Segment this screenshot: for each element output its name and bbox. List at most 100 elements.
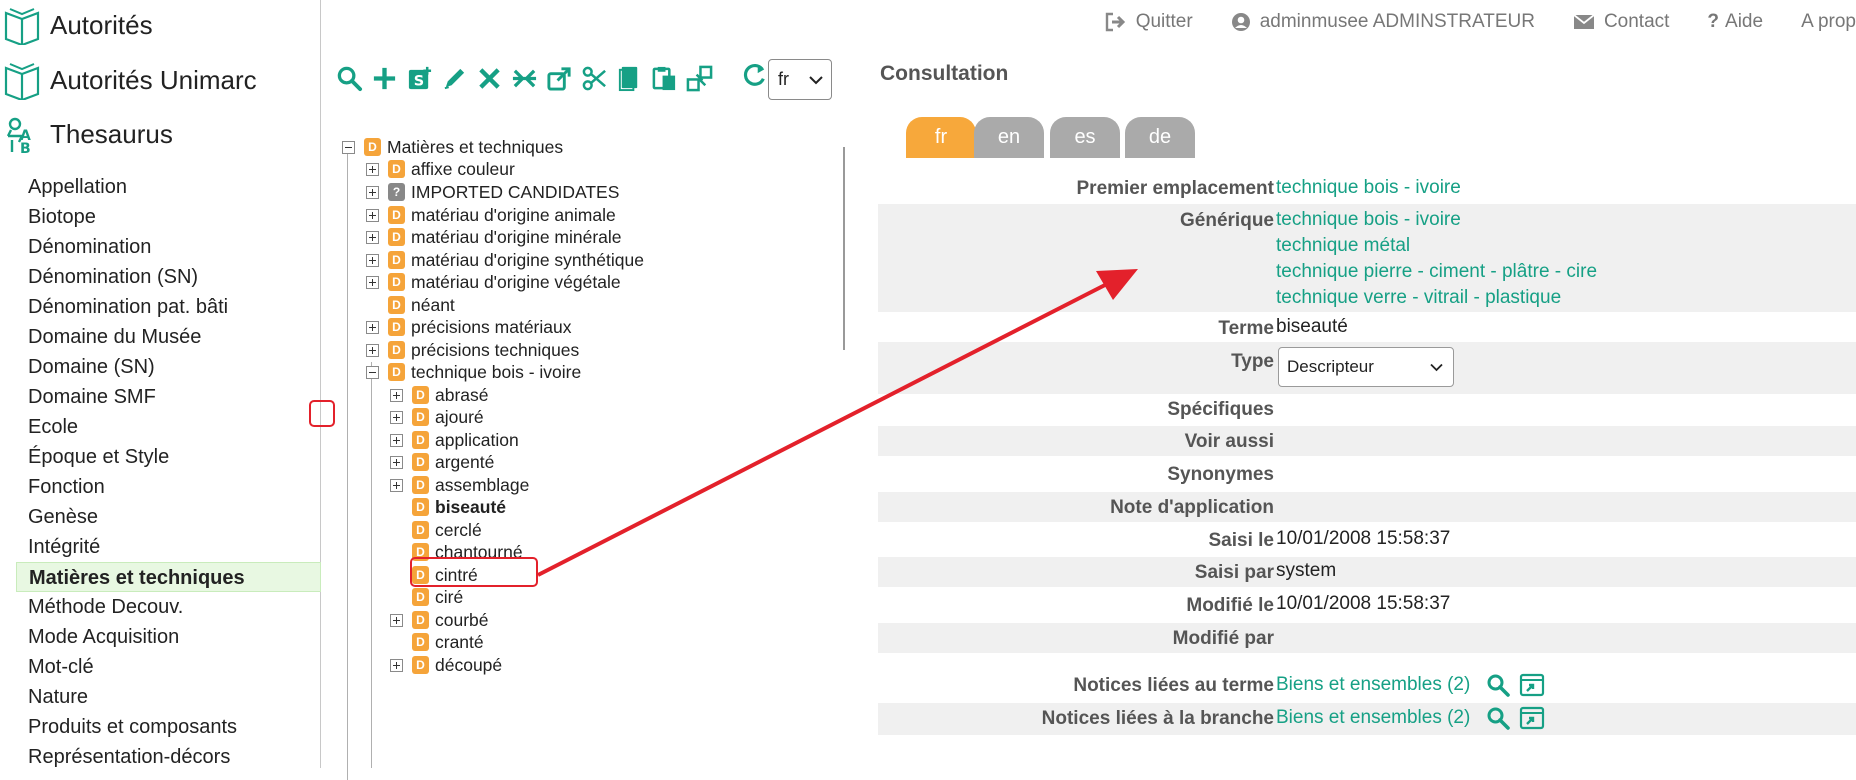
module-thesaurus[interactable]: A B Thesaurus	[0, 114, 173, 154]
expand-toggle[interactable]	[390, 388, 403, 402]
premier-emplacement-link[interactable]: technique bois - ivoire	[1276, 177, 1461, 199]
tab-fr[interactable]: fr	[906, 117, 976, 158]
nav-item-denomination-pat-bati[interactable]: Dénomination pat. bâti	[16, 292, 321, 322]
export-icon[interactable]	[1519, 706, 1545, 730]
tree-node-label: précisions techniques	[411, 339, 580, 360]
contact-link[interactable]: Contact	[1573, 11, 1669, 33]
expand-toggle[interactable]	[390, 658, 403, 672]
nav-item-ecole[interactable]: Ecole	[16, 412, 321, 442]
generique-link[interactable]: technique pierre - ciment - plâtre - cir…	[1276, 261, 1597, 283]
nav-item-epoque-style[interactable]: Époque et Style	[16, 442, 321, 472]
descriptor-badge: D	[388, 296, 405, 314]
expand-toggle[interactable]	[366, 208, 379, 222]
nav-item-matieres-techniques[interactable]: Matières et techniques	[16, 562, 321, 592]
descriptor-badge: D	[412, 656, 429, 674]
expand-toggle[interactable]	[366, 275, 379, 289]
edit-icon[interactable]	[439, 63, 469, 93]
add-synonym-icon[interactable]: S	[404, 63, 434, 93]
nav-item-appellation[interactable]: Appellation	[16, 172, 321, 202]
nav-item-domaine-musee[interactable]: Domaine du Musée	[16, 322, 321, 352]
descriptor-badge: D	[388, 160, 405, 178]
search-icon[interactable]	[334, 63, 364, 93]
expand-toggle[interactable]	[390, 433, 403, 447]
expand-toggle[interactable]	[366, 230, 379, 244]
copy-icon[interactable]	[614, 63, 644, 93]
descriptor-badge: D	[412, 476, 429, 494]
search-icon[interactable]	[1486, 673, 1510, 697]
delete-icon[interactable]	[474, 63, 504, 93]
user-link[interactable]: adminmusee ADMINSTRATEUR	[1231, 11, 1535, 33]
collapse-toggle[interactable]	[366, 365, 379, 379]
expand-toggle[interactable]	[390, 410, 403, 424]
expand-toggle[interactable]	[390, 478, 403, 492]
expand-toggle[interactable]	[366, 343, 379, 357]
sitemap-icon[interactable]	[684, 63, 714, 93]
notices-terme-link[interactable]: Biens et ensembles (2)	[1276, 674, 1470, 695]
field-label: Voir aussi	[1184, 431, 1274, 452]
expand-toggle[interactable]	[366, 253, 379, 267]
tab-de[interactable]: de	[1125, 117, 1195, 158]
saisi-le-value: 10/01/2008 15:58:37	[1276, 528, 1451, 549]
tree-node-label: application	[435, 429, 519, 450]
move-icon[interactable]	[544, 63, 574, 93]
nav-item-genese[interactable]: Genèse	[16, 502, 321, 532]
export-icon[interactable]	[1519, 673, 1545, 697]
tree-node-label: IMPORTED CANDIDATES	[411, 181, 620, 202]
descriptor-badge: D	[388, 273, 405, 291]
thesaurus-ab-icon: A B	[6, 117, 31, 154]
add-icon[interactable]	[369, 63, 399, 93]
module-label: Thesaurus	[50, 118, 173, 149]
generique-link[interactable]: technique verre - vitrail - plastique	[1276, 287, 1561, 309]
refresh-icon[interactable]	[740, 61, 770, 91]
expand-toggle[interactable]	[366, 162, 379, 176]
nav-item-methode-decouv[interactable]: Méthode Decouv.	[16, 592, 321, 622]
nav-item-domaine-sn[interactable]: Domaine (SN)	[16, 352, 321, 382]
field-notices-terme: Notices liées au terme Biens et ensemble…	[878, 670, 1856, 702]
user-label: adminmusee ADMINSTRATEUR	[1259, 11, 1535, 32]
module-autorites[interactable]: Autorités	[0, 5, 153, 45]
module-autorites-unimarc[interactable]: Autorités Unimarc	[0, 60, 257, 100]
expand-toggle[interactable]	[390, 613, 403, 627]
tree-node[interactable]: D découpé	[390, 652, 502, 678]
field-saisi-le: Saisi le 10/01/2008 15:58:37	[878, 525, 1856, 555]
type-select[interactable]: Descripteur	[1278, 347, 1454, 387]
help-link[interactable]: ? Aide	[1707, 11, 1763, 33]
descriptor-badge: D	[412, 453, 429, 471]
tab-es[interactable]: es	[1050, 117, 1120, 158]
expand-toggle[interactable]	[366, 185, 379, 199]
chevron-down-icon	[1430, 363, 1443, 371]
language-value: fr	[778, 69, 789, 89]
tree-scrollbar[interactable]	[843, 147, 845, 350]
nav-item-denomination[interactable]: Dénomination	[16, 232, 321, 262]
nav-item-mode-acquisition[interactable]: Mode Acquisition	[16, 622, 321, 652]
descriptor-badge: D	[364, 138, 381, 156]
generique-link[interactable]: technique métal	[1276, 235, 1410, 257]
descriptor-badge: D	[388, 206, 405, 224]
nav-item-denomination-sn[interactable]: Dénomination (SN)	[16, 262, 321, 292]
field-synonymes: Synonymes	[878, 459, 1856, 489]
collapse-toggle[interactable]	[342, 140, 355, 154]
tree-node-label: ajouré	[435, 406, 484, 427]
paste-icon[interactable]	[649, 63, 679, 93]
expand-toggle[interactable]	[366, 320, 379, 334]
nav-item-integrite[interactable]: Intégrité	[16, 532, 321, 562]
quit-link[interactable]: Quitter	[1105, 11, 1193, 33]
expand-toggle[interactable]	[390, 455, 403, 469]
nav-item-produits-composants[interactable]: Produits et composants	[16, 712, 321, 742]
about-link[interactable]: A prop	[1801, 11, 1856, 33]
cut-icon[interactable]	[579, 63, 609, 93]
nav-item-fonction[interactable]: Fonction	[16, 472, 321, 502]
tree-node-label: assemblage	[435, 474, 530, 495]
generique-link[interactable]: technique bois - ivoire	[1276, 209, 1461, 231]
search-icon[interactable]	[1486, 706, 1510, 730]
field-terme: Terme biseauté	[878, 312, 1856, 342]
merge-icon[interactable]	[509, 63, 539, 93]
tab-en[interactable]: en	[974, 117, 1044, 158]
language-select[interactable]: fr	[768, 59, 832, 100]
nav-item-biotope[interactable]: Biotope	[16, 202, 321, 232]
nav-item-domaine-smf[interactable]: Domaine SMF	[16, 382, 321, 412]
notices-branche-link[interactable]: Biens et ensembles (2)	[1276, 707, 1470, 728]
tree-node-label: Matières et techniques	[387, 136, 564, 157]
nav-item-nature[interactable]: Nature	[16, 682, 321, 712]
nav-item-mot-cle[interactable]: Mot-clé	[16, 652, 321, 682]
